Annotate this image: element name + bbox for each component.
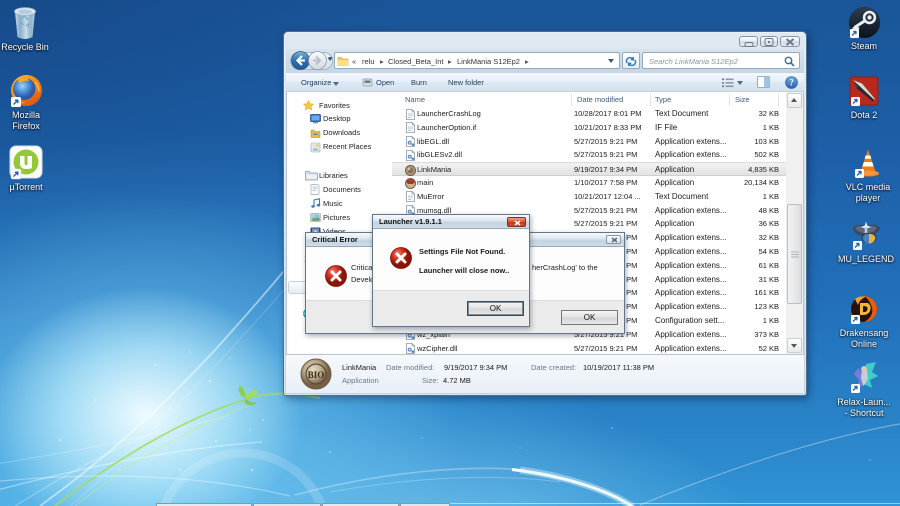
svg-text:BIO: BIO xyxy=(308,370,325,380)
svg-text:?: ? xyxy=(789,78,794,88)
